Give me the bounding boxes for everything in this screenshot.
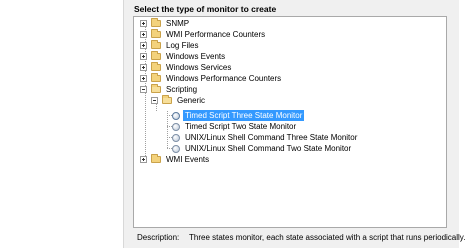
monitor-type-icon [172,122,180,131]
tree-item-scripting[interactable]: Scripting [140,84,199,95]
folder-icon [151,51,161,60]
expand-plus-icon[interactable] [140,156,147,163]
tree-item-unix-linux-shell-three-state-monitor[interactable]: UNIX/Linux Shell Command Three State Mon… [172,132,359,143]
folder-icon [151,40,161,49]
tree-item-label: Timed Script Three State Monitor [183,110,305,121]
tree-item-label: WMI Performance Counters [166,30,266,39]
tree-item-timed-script-two-state-monitor[interactable]: Timed Script Two State Monitor [172,121,298,132]
tree-item-windows-performance-counters[interactable]: Windows Performance Counters [140,73,283,84]
folder-open-icon [151,84,161,93]
tree-item-label: Scripting [166,85,198,94]
tree-item-windows-services[interactable]: Windows Services [140,62,233,73]
tree-item-timed-script-three-state-monitor[interactable]: Timed Script Three State Monitor [172,110,305,121]
folder-icon [151,154,161,163]
description-text: Three states monitor, each state associa… [189,233,466,242]
expand-plus-icon[interactable] [140,20,147,27]
expand-plus-icon[interactable] [140,53,147,60]
folder-open-icon [162,95,172,104]
description-label: Description: [137,233,180,242]
tree-item-windows-events[interactable]: Windows Events [140,51,227,62]
tree-item-log-files[interactable]: Log Files [140,40,200,51]
folder-icon [151,18,161,27]
expand-plus-icon[interactable] [140,31,147,38]
folder-icon [151,62,161,71]
tree-item-label: SNMP [166,19,190,28]
left-background [0,0,123,248]
collapse-minus-icon[interactable] [151,97,158,104]
collapse-minus-icon[interactable] [140,86,147,93]
monitor-type-icon [172,133,180,142]
tree-item-label: UNIX/Linux Shell Command Three State Mon… [185,133,358,142]
right-background [459,0,474,248]
tree-item-generic[interactable]: Generic [151,95,207,106]
expand-plus-icon[interactable] [140,42,147,49]
tree-item-wmi-performance-counters[interactable]: WMI Performance Counters [140,29,267,40]
tree-item-label: Generic [177,96,206,105]
tree-item-unix-linux-shell-two-state-monitor[interactable]: UNIX/Linux Shell Command Two State Monit… [172,143,353,154]
tree-item-label: UNIX/Linux Shell Command Two State Monit… [185,144,352,153]
tree-item-label: Windows Performance Counters [166,74,282,83]
tree-item-label: WMI Events [166,155,210,164]
expand-plus-icon[interactable] [140,64,147,71]
section-heading: Select the type of monitor to create [134,4,277,14]
monitor-type-icon [172,111,180,120]
expand-plus-icon[interactable] [140,75,147,82]
tree-item-label: Windows Events [166,52,226,61]
tree-item-wmi-events[interactable]: WMI Events [140,154,211,165]
tree-connector [167,111,168,148]
folder-icon [151,73,161,82]
tree-item-label: Log Files [166,41,199,50]
tree-item-label: Windows Services [166,63,232,72]
tree-item-snmp[interactable]: SNMP [140,18,191,29]
tree-item-label: Timed Script Two State Monitor [185,122,297,131]
monitor-type-icon [172,144,180,153]
folder-icon [151,29,161,38]
monitor-type-tree[interactable]: SNMP WMI Performance Counters Log Files … [133,16,447,228]
